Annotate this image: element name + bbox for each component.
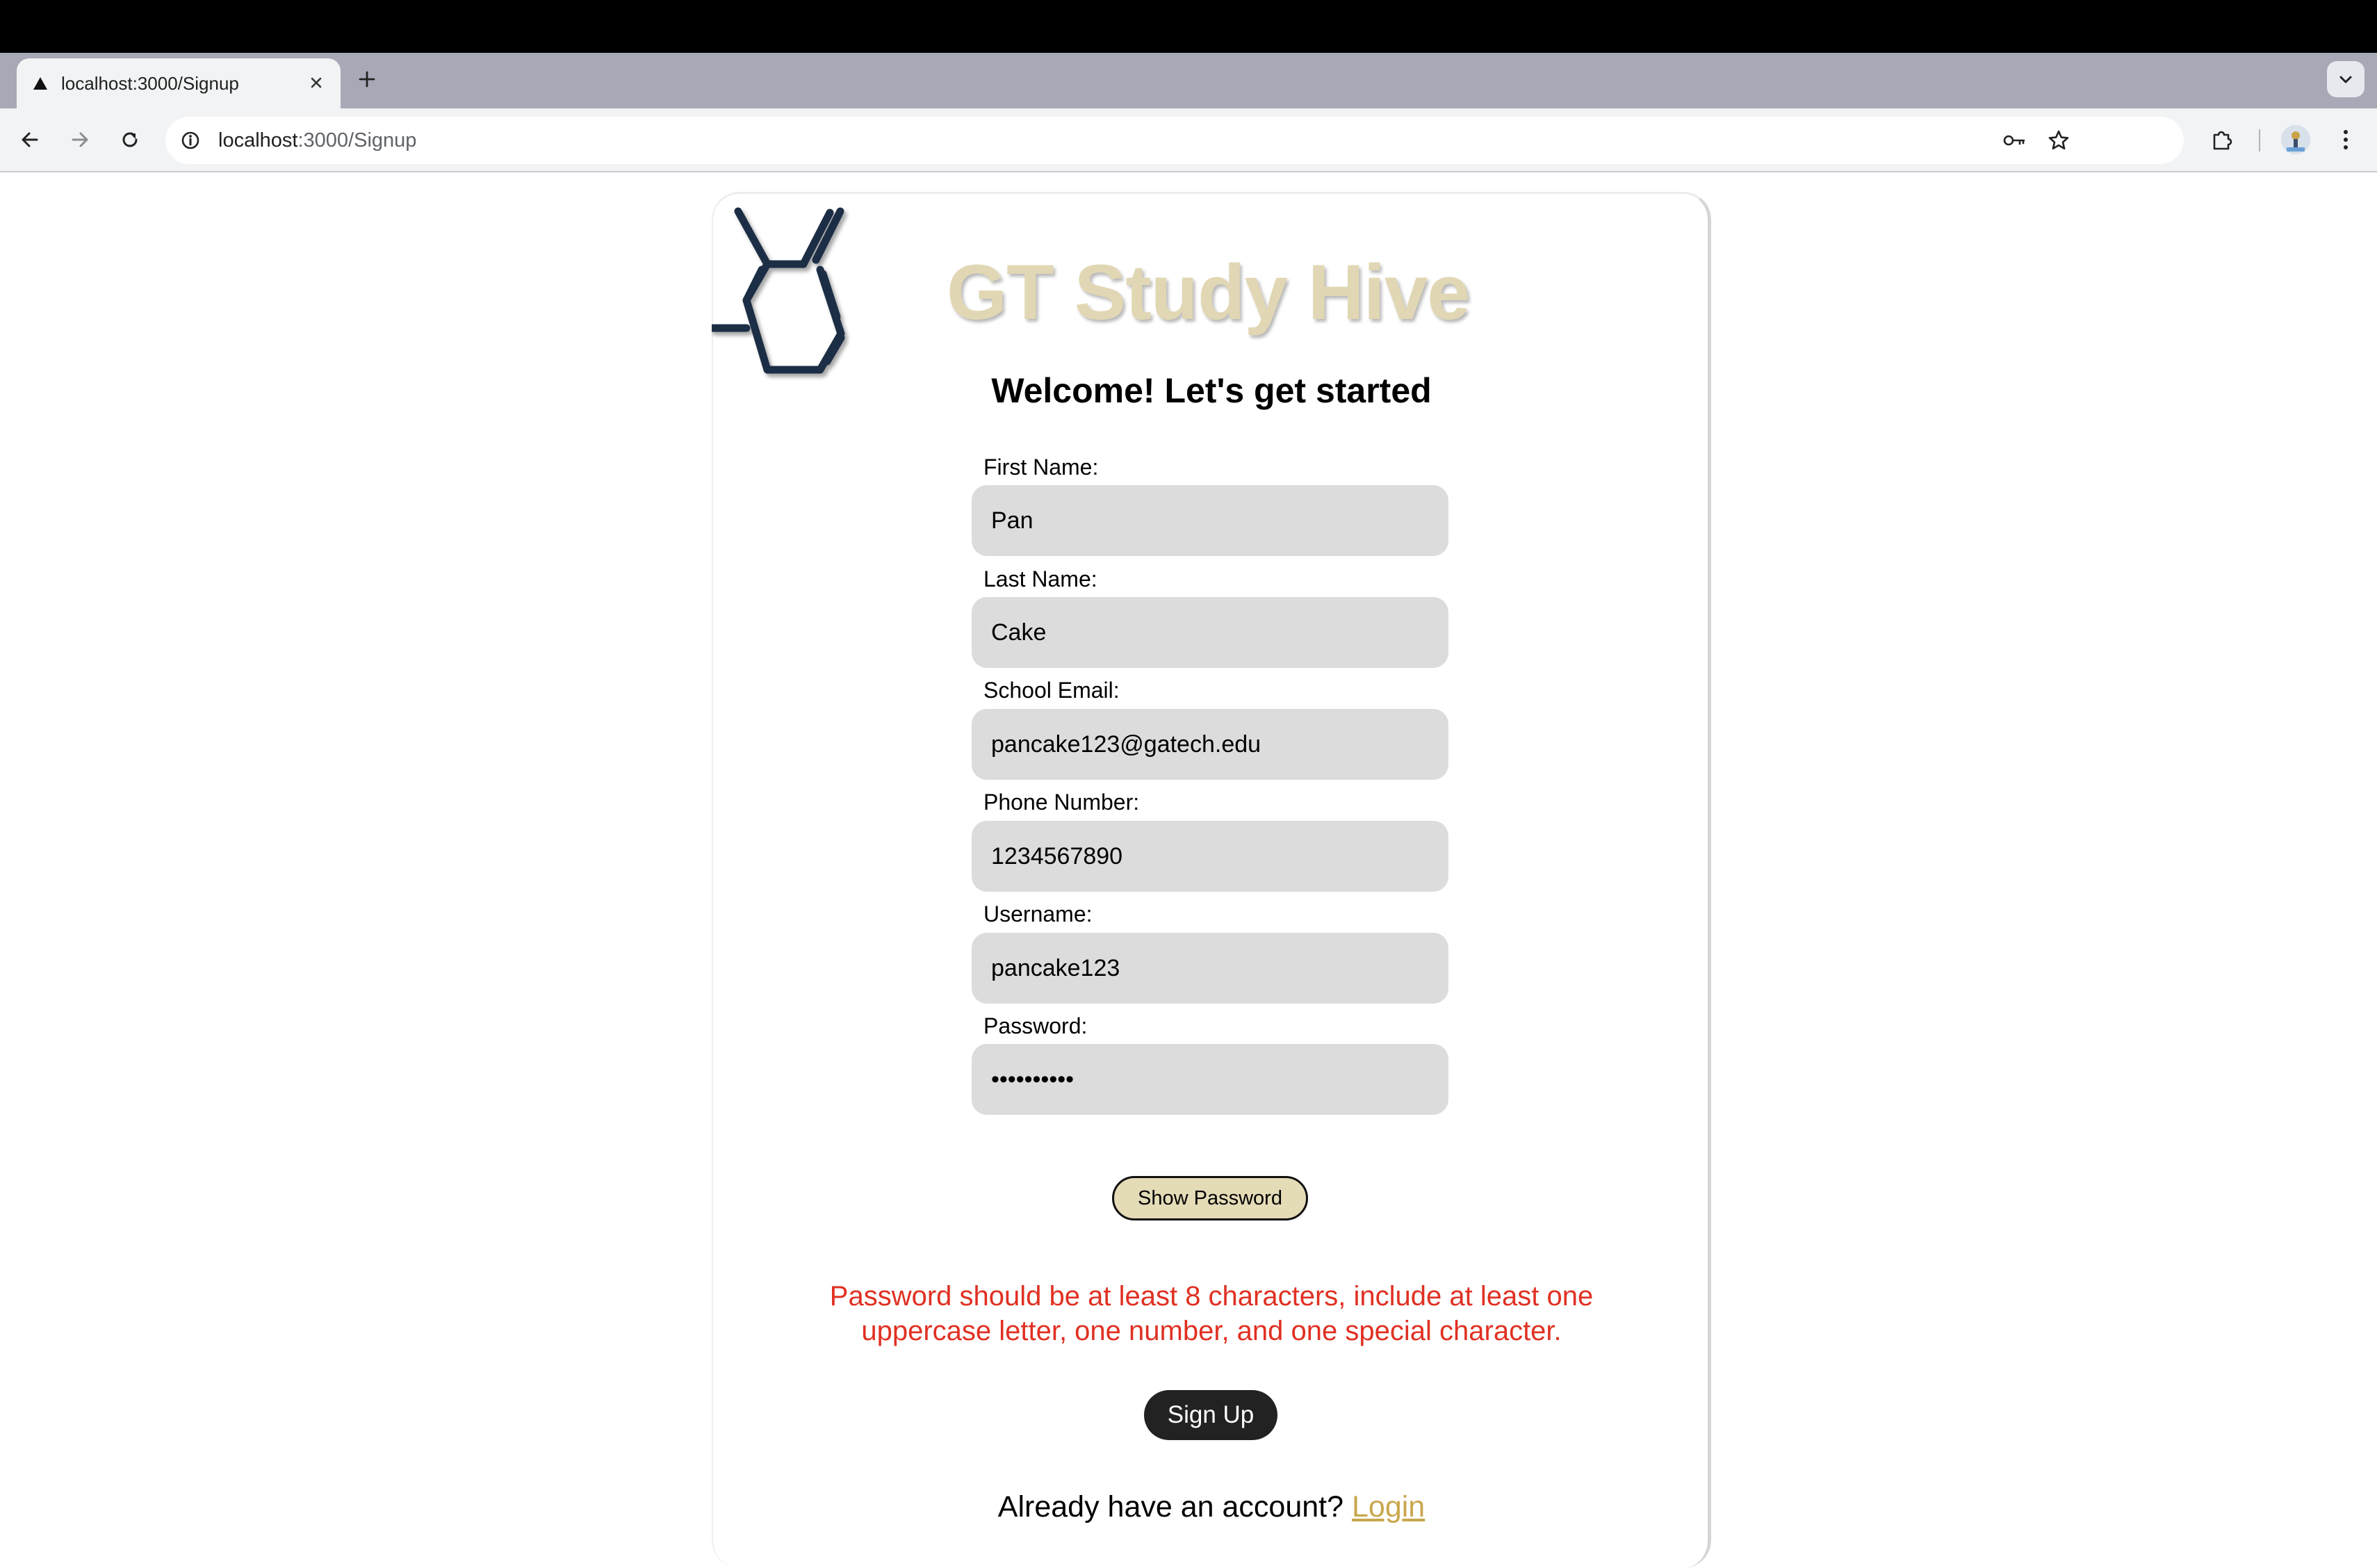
first-name-label: First Name: xyxy=(983,455,1099,480)
welcome-heading: Welcome! Let's get started xyxy=(991,371,1432,410)
tab-search-button[interactable] xyxy=(2327,61,2364,97)
browser-toolbar: localhost:3000/Signup xyxy=(0,108,2377,172)
plus-icon xyxy=(359,71,375,88)
url-path: :3000/Signup xyxy=(297,129,417,152)
triangle-icon xyxy=(31,74,50,93)
chevron-down-icon xyxy=(2339,76,2352,83)
login-prompt-text: Already have an account? xyxy=(997,1490,1344,1524)
close-icon[interactable] xyxy=(304,71,328,95)
toolbar-divider xyxy=(2259,129,2260,152)
profile-avatar[interactable] xyxy=(2281,125,2310,154)
phone-number-input[interactable] xyxy=(972,821,1448,892)
last-name-input[interactable] xyxy=(972,597,1448,668)
kebab-menu-icon[interactable] xyxy=(2330,124,2362,156)
site-title: GT Study Hive xyxy=(947,249,1470,336)
star-icon[interactable] xyxy=(2045,126,2073,154)
info-icon[interactable] xyxy=(177,126,204,154)
school-email-label: School Email: xyxy=(983,678,1120,703)
screen-top-bar xyxy=(0,0,2377,53)
login-link[interactable]: Login xyxy=(1352,1490,1425,1524)
url-host: localhost xyxy=(218,129,298,152)
browser-tab[interactable]: localhost:3000/Signup xyxy=(17,58,341,108)
hexagon-molecule-logo xyxy=(712,207,845,374)
reload-button[interactable] xyxy=(114,124,146,156)
address-bar[interactable]: localhost:3000/Signup xyxy=(165,117,2184,164)
show-password-button[interactable]: Show Password xyxy=(1112,1176,1308,1220)
arrow-left-icon xyxy=(22,132,38,147)
arrow-right-icon xyxy=(72,132,88,147)
first-name-input[interactable] xyxy=(972,485,1448,556)
password-input[interactable] xyxy=(972,1044,1448,1115)
tab-title: localhost:3000/Signup xyxy=(61,73,239,94)
password-error-line-2: uppercase letter, one number, and one sp… xyxy=(861,1316,1562,1346)
puzzle-icon[interactable] xyxy=(2206,124,2238,156)
url-text: localhost:3000/Signup xyxy=(218,129,416,152)
phone-number-label: Phone Number: xyxy=(983,790,1140,815)
school-email-input[interactable] xyxy=(972,709,1448,780)
back-button[interactable] xyxy=(14,124,46,156)
forward-button[interactable] xyxy=(64,124,96,156)
username-label: Username: xyxy=(983,901,1093,926)
sign-up-button[interactable]: Sign Up xyxy=(1144,1390,1277,1440)
password-label: Password: xyxy=(983,1013,1088,1038)
new-tab-button[interactable] xyxy=(353,65,381,93)
username-input[interactable] xyxy=(972,933,1448,1004)
password-error-line-1: Password should be at least 8 characters… xyxy=(829,1281,1594,1312)
key-icon[interactable] xyxy=(2000,126,2028,154)
login-prompt-line: Already have an account? Login xyxy=(712,1487,1711,1526)
browser-tab-strip: localhost:3000/Signup xyxy=(0,53,2377,108)
password-error-message: Password should be at least 8 characters… xyxy=(712,1279,1711,1348)
last-name-label: Last Name: xyxy=(983,566,1097,591)
reload-icon xyxy=(122,132,138,147)
